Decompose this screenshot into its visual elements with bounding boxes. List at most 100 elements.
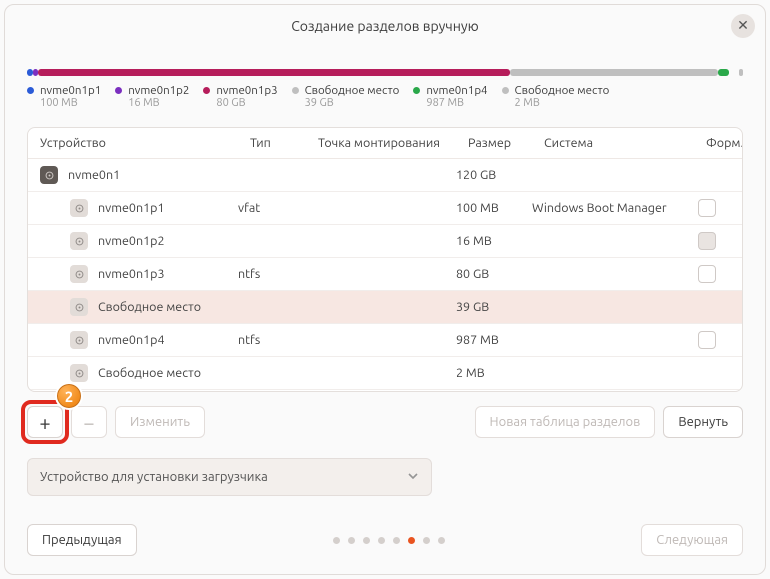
cell-size: 2 MB xyxy=(456,366,532,380)
cell-type: ntfs xyxy=(238,333,306,347)
legend-size: 987 MB xyxy=(426,97,487,109)
disk-icon xyxy=(70,298,88,316)
table-row[interactable]: Свободное место 39 GB xyxy=(28,291,742,324)
modify-partition-button[interactable]: Изменить xyxy=(115,406,205,438)
cell-type: vfat xyxy=(238,201,306,215)
bootloader-device-dropdown[interactable]: Устройство для установки загрузчика xyxy=(27,458,432,496)
close-icon: ✕ xyxy=(737,17,749,34)
cell-size: 120 GB xyxy=(456,168,532,182)
legend-size: 100 MB xyxy=(40,97,101,109)
format-checkbox[interactable] xyxy=(698,265,716,283)
disk-icon xyxy=(70,199,88,217)
disk-usage-legend: nvme0n1p1100 MB nvme0n1p216 MB nvme0n1p380… xyxy=(27,84,743,109)
legend-item: nvme0n1p4987 MB xyxy=(413,84,487,109)
col-type: Тип xyxy=(250,136,318,150)
legend-dot xyxy=(203,87,210,94)
col-device: Устройство xyxy=(40,136,250,150)
format-checkbox[interactable] xyxy=(698,199,716,217)
cell-system: Windows Boot Manager xyxy=(532,201,694,215)
legend-dot xyxy=(27,87,34,94)
device-name: Свободное место xyxy=(98,366,201,380)
usage-bar-segment xyxy=(38,69,511,76)
table-row[interactable]: nvme0n1p3 ntfs 80 GB xyxy=(28,258,742,291)
step-dot xyxy=(423,537,430,544)
device-name: nvme0n1p3 xyxy=(98,267,165,281)
usage-bar-segment xyxy=(510,69,718,76)
device-name: Свободное место xyxy=(98,300,201,314)
disk-icon xyxy=(40,166,58,184)
disk-icon xyxy=(70,265,88,283)
revert-button[interactable]: Вернуть xyxy=(663,406,743,438)
format-checkbox[interactable] xyxy=(698,331,716,349)
usage-bar-segment xyxy=(27,69,33,76)
table-body: nvme0n1120 GBnvme0n1p1vfat100 MBWindows … xyxy=(28,159,742,391)
table-row[interactable]: nvme0n1p2 16 MB xyxy=(28,225,742,258)
page-title: Создание разделов вручную xyxy=(291,18,479,34)
usage-bar-segment xyxy=(33,69,38,76)
step-dot xyxy=(333,537,340,544)
disk-icon xyxy=(70,232,88,250)
titlebar: Создание разделов вручную ✕ xyxy=(5,5,765,47)
next-button[interactable]: Следующая xyxy=(641,524,743,556)
device-name: nvme0n1p1 xyxy=(98,201,165,215)
legend-dot xyxy=(413,87,420,94)
partition-toolbar: 2 + − Изменить Новая таблица разделов Ве… xyxy=(27,406,743,438)
legend-size: 39 GB xyxy=(305,97,400,109)
legend-name: nvme0n1p2 xyxy=(128,84,189,97)
step-dot xyxy=(438,537,445,544)
table-row[interactable]: nvme0n1p1vfat100 MBWindows Boot Manager xyxy=(28,192,742,225)
disk-usage-bar xyxy=(27,69,743,76)
annotation-step-badge: 2 xyxy=(55,382,83,410)
legend-name: nvme0n1p1 xyxy=(40,84,101,97)
legend-dot xyxy=(502,87,509,94)
cell-size: 39 GB xyxy=(456,300,532,314)
table-header: Устройство Тип Точка монтирования Размер… xyxy=(28,128,742,159)
new-partition-table-button[interactable]: Новая таблица разделов xyxy=(475,406,656,438)
close-button[interactable]: ✕ xyxy=(731,14,755,38)
col-system: Система xyxy=(544,136,706,150)
step-indicator xyxy=(333,537,445,544)
legend-size: 80 GB xyxy=(216,97,277,109)
legend-name: nvme0n1p3 xyxy=(216,84,277,97)
legend-size: 16 MB xyxy=(128,97,189,109)
table-row[interactable]: nvme0n1p4 ntfs 987 MB xyxy=(28,324,742,357)
dropdown-label: Устройство для установки загрузчика xyxy=(40,470,268,484)
cell-size: 987 MB xyxy=(456,333,532,347)
add-partition-button[interactable]: + xyxy=(27,406,63,438)
remove-partition-button[interactable]: − xyxy=(71,406,107,438)
table-row[interactable]: n264 GB xyxy=(28,390,742,391)
col-size: Размер xyxy=(468,136,544,150)
legend-name: Свободное место xyxy=(515,84,610,97)
step-dot xyxy=(408,537,415,544)
legend-dot xyxy=(115,87,122,94)
cell-size: 80 GB xyxy=(456,267,532,281)
usage-bar-segment xyxy=(718,69,729,76)
partition-table: Устройство Тип Точка монтирования Размер… xyxy=(27,127,743,392)
prev-button[interactable]: Предыдущая xyxy=(27,524,137,556)
legend-item: Свободное место39 GB xyxy=(292,84,400,109)
legend-item: nvme0n1p216 MB xyxy=(115,84,189,109)
disk-icon xyxy=(70,331,88,349)
step-dot xyxy=(363,537,370,544)
step-dot xyxy=(393,537,400,544)
device-name: nvme0n1p4 xyxy=(98,333,165,347)
plus-icon: + xyxy=(39,411,50,434)
step-dot xyxy=(378,537,385,544)
legend-item: Свободное место2 MB xyxy=(502,84,610,109)
table-row[interactable]: Свободное место 2 MB xyxy=(28,357,742,390)
minus-icon: − xyxy=(83,411,94,434)
cell-type: ntfs xyxy=(238,267,306,281)
cell-size: 16 MB xyxy=(456,234,532,248)
legend-item: nvme0n1p380 GB xyxy=(203,84,277,109)
installer-window: Создание разделов вручную ✕ nvme0n1p1100… xyxy=(4,4,766,575)
legend-name: nvme0n1p4 xyxy=(426,84,487,97)
table-row[interactable]: nvme0n1120 GB xyxy=(28,159,742,192)
usage-bar-segment xyxy=(739,69,743,76)
step-dot xyxy=(348,537,355,544)
content-area: nvme0n1p1100 MBnvme0n1p216 MBnvme0n1p380… xyxy=(5,47,765,574)
device-name: nvme0n1p2 xyxy=(98,234,165,248)
col-mount: Точка монтирования xyxy=(318,136,468,150)
col-format: Форм. xyxy=(706,136,743,150)
legend-dot xyxy=(292,87,299,94)
format-checkbox xyxy=(698,232,716,250)
